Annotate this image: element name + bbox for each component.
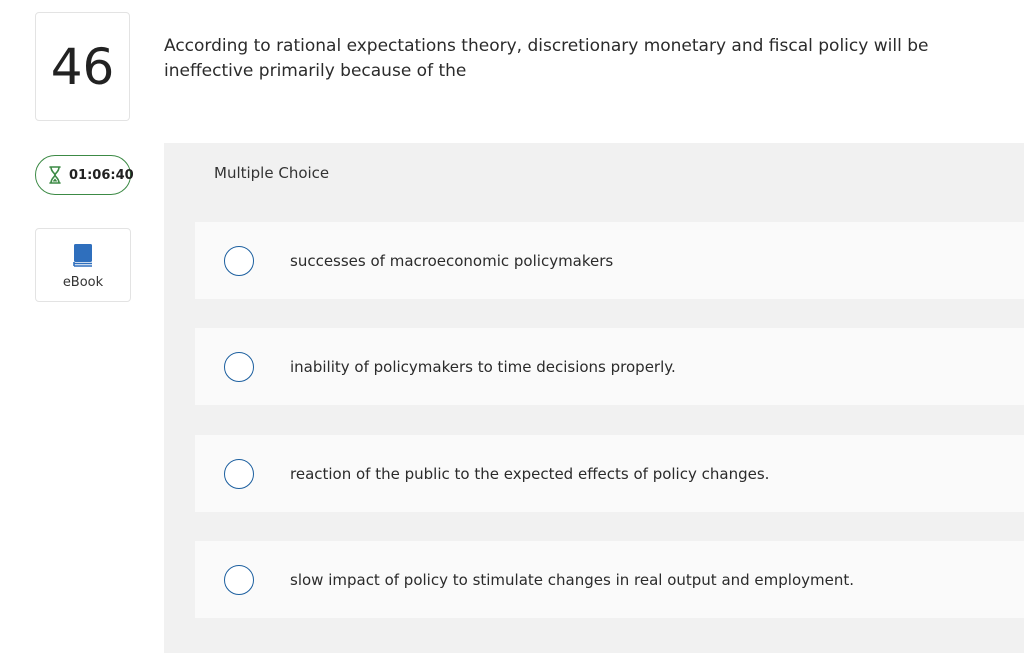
question-number: 46	[50, 37, 115, 96]
choice-option-1[interactable]: successes of macroeconomic policymakers	[195, 222, 1024, 299]
choice-option-3[interactable]: reaction of the public to the expected e…	[195, 435, 1024, 512]
question-number-box: 46	[35, 12, 130, 121]
choice-option-4[interactable]: slow impact of policy to stimulate chang…	[195, 541, 1024, 618]
choice-text: inability of policymakers to time decisi…	[290, 357, 676, 376]
question-type-label: Multiple Choice	[214, 163, 330, 182]
radio-button[interactable]	[224, 564, 254, 595]
book-icon	[73, 244, 93, 272]
ebook-button[interactable]: eBook	[35, 228, 131, 302]
timer-value: 01:06:40	[69, 167, 134, 183]
ebook-label: eBook	[62, 275, 104, 290]
question-text: According to rational expectations theor…	[164, 36, 929, 81]
choice-text: slow impact of policy to stimulate chang…	[290, 570, 855, 589]
radio-button[interactable]	[224, 458, 254, 489]
timer-badge[interactable]: 01:06:40	[35, 155, 134, 195]
radio-button[interactable]	[224, 245, 254, 276]
choice-option-2[interactable]: inability of policymakers to time decisi…	[195, 328, 1024, 405]
choice-text: successes of macroeconomic policymakers	[290, 251, 614, 270]
hourglass-icon	[49, 166, 61, 184]
answer-panel: Multiple Choice successes of macroeconom…	[164, 143, 1024, 653]
choice-text: reaction of the public to the expected e…	[290, 464, 770, 483]
radio-button[interactable]	[224, 351, 254, 382]
